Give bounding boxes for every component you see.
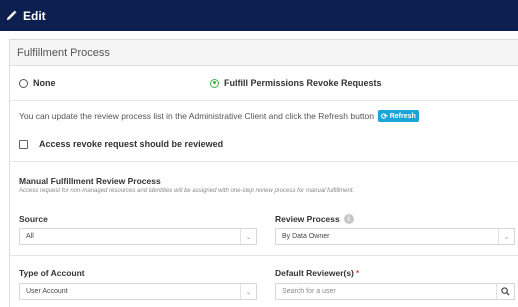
source-value: All xyxy=(26,233,34,240)
default-reviewer-search[interactable]: Search for a user xyxy=(275,283,515,300)
manual-section-title: Manual Fulfillment Review Process xyxy=(19,176,161,186)
source-label: Source xyxy=(19,214,48,224)
chevron-down-icon[interactable]: ⌄ xyxy=(240,284,256,299)
source-select[interactable]: All ⌄ xyxy=(19,228,257,245)
divider xyxy=(10,161,518,162)
source-label-text: Source xyxy=(19,214,48,224)
refresh-label: Refresh xyxy=(389,112,416,120)
header-bar: Edit xyxy=(0,0,518,31)
type-of-account-value: User Account xyxy=(26,288,68,295)
type-of-account-label-text: Type of Account xyxy=(19,268,85,278)
radio-fulfill-label: Fulfill Permissions Revoke Requests xyxy=(224,78,382,88)
default-reviewer-label-text: Default Reviewer(s) xyxy=(275,268,354,278)
divider xyxy=(10,100,518,101)
radio-none-icon xyxy=(19,78,28,88)
review-checkbox[interactable] xyxy=(19,139,28,149)
radio-none-label: None xyxy=(33,78,56,88)
process-options: None Fulfill Permissions Revoke Requests xyxy=(10,71,518,95)
refresh-button[interactable]: ⟳ Refresh xyxy=(378,110,419,122)
info-icon[interactable]: i xyxy=(343,214,354,224)
radio-option-fulfill-revoke[interactable]: Fulfill Permissions Revoke Requests xyxy=(210,78,382,88)
pencil-icon xyxy=(6,9,20,23)
info-text: You can update the review process list i… xyxy=(19,111,374,121)
page-title: Edit xyxy=(23,8,46,23)
type-of-account-label: Type of Account xyxy=(19,268,85,278)
type-of-account-select[interactable]: User Account ⌄ xyxy=(19,283,257,300)
info-row: You can update the review process list i… xyxy=(19,110,419,122)
default-reviewer-label: Default Reviewer(s) * xyxy=(275,268,359,278)
radio-option-none[interactable]: None xyxy=(19,78,56,88)
radio-selected-icon xyxy=(210,78,219,88)
review-checkbox-label: Access revoke request should be reviewed xyxy=(39,139,224,149)
default-reviewer-placeholder: Search for a user xyxy=(282,288,336,295)
panel-title: Fulfillment Process xyxy=(10,40,518,66)
review-process-value: By Data Owner xyxy=(282,233,330,240)
fulfillment-panel: Fulfillment Process None Fulfill Permiss… xyxy=(9,39,518,307)
refresh-icon: ⟳ xyxy=(381,111,388,121)
review-process-select[interactable]: By Data Owner ⌄ xyxy=(275,228,515,245)
review-process-label: Review Process i xyxy=(275,214,354,224)
review-checkbox-row[interactable]: Access revoke request should be reviewed xyxy=(19,139,223,149)
search-icon[interactable] xyxy=(496,284,514,299)
required-marker: * xyxy=(355,268,360,278)
chevron-down-icon[interactable]: ⌄ xyxy=(498,229,514,244)
chevron-down-icon[interactable]: ⌄ xyxy=(240,229,256,244)
review-process-label-text: Review Process xyxy=(275,214,340,224)
divider xyxy=(10,255,518,256)
manual-section-subtitle: Access request for non-managed resources… xyxy=(19,188,355,194)
